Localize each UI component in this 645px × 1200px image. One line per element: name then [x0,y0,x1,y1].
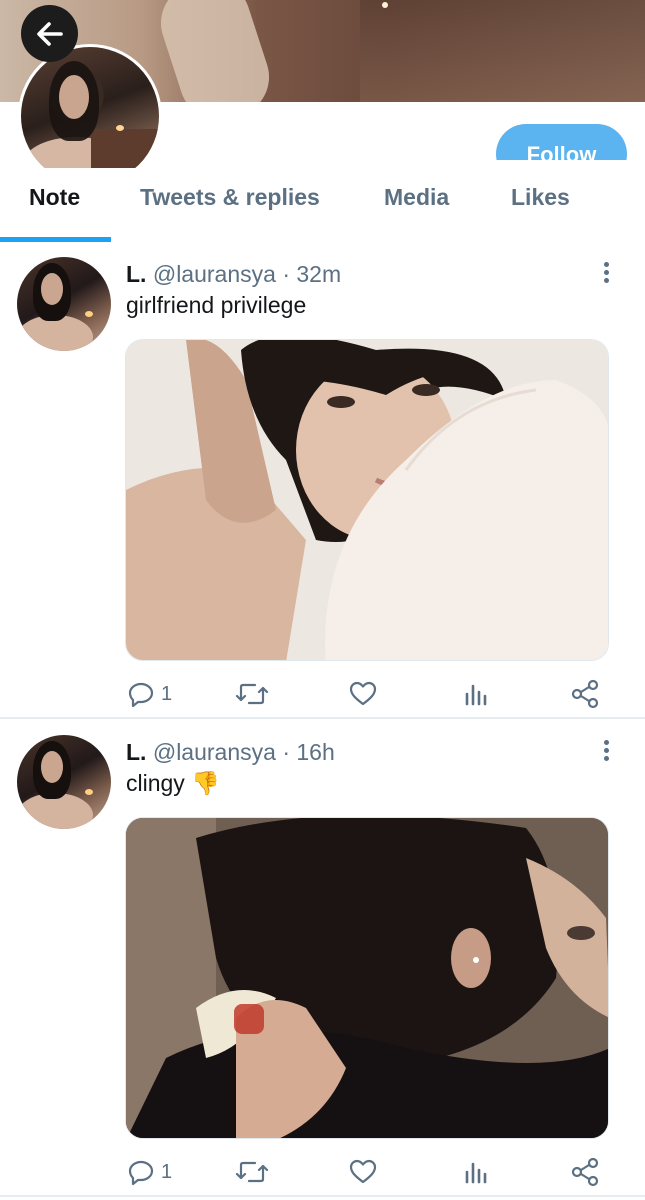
tweet-text-content: clingy [126,770,185,796]
analytics-icon [465,1162,487,1184]
like-button[interactable] [349,676,377,712]
tweet-photo-illustration [126,818,608,1138]
reply-button[interactable]: 1 [127,676,172,712]
tweet-actions: 1 [125,1154,615,1190]
tweet-media-photo[interactable] [125,817,609,1139]
reply-count: 1 [161,682,173,705]
profile-avatar[interactable] [18,44,162,188]
avatar[interactable] [17,735,111,829]
tweet-timestamp[interactable]: · 32m [282,261,341,287]
share-icon [571,1157,599,1187]
like-button[interactable] [349,1154,377,1190]
thumbs-down-emoji: 👎 [191,770,220,796]
tab-media[interactable]: Media [384,184,449,211]
tweet-author-name[interactable]: L. [126,261,146,287]
tweet-text: clingy 👎 [126,770,220,797]
share-button[interactable] [571,1154,601,1190]
tweet-media-photo[interactable] [125,339,609,661]
retweet-button[interactable] [235,676,269,712]
reply-icon [128,1160,154,1186]
analytics-button[interactable] [463,676,489,712]
more-vertical-icon[interactable] [596,737,616,767]
banner-photo-light [382,2,388,8]
tab-likes[interactable]: Likes [511,184,570,211]
tweet-header: L. @lauransya · 16h [126,739,335,766]
heart-icon [349,681,377,706]
reply-button[interactable]: 1 [127,1154,172,1190]
tweet-actions: 1 [125,676,615,712]
tab-note[interactable]: Note [29,184,80,211]
retweet-icon [235,1161,269,1183]
tab-tweets-replies[interactable]: Tweets & replies [140,184,320,211]
tweet-divider [0,1195,645,1197]
arrow-left-icon [36,21,63,46]
active-tab-indicator [0,237,111,242]
reply-count: 1 [161,1160,173,1183]
more-vertical-icon[interactable] [596,259,616,289]
analytics-icon [465,684,487,706]
retweet-icon [235,683,269,705]
avatar[interactable] [17,257,111,351]
analytics-button[interactable] [463,1154,489,1190]
tweet-timestamp[interactable]: · 16h [282,739,334,765]
tweet-divider [0,717,645,719]
share-icon [571,679,599,709]
banner-photo-detail [150,0,280,102]
tweet-photo-illustration [126,340,608,660]
tweet-author-name[interactable]: L. [126,739,146,765]
share-button[interactable] [571,676,601,712]
back-button[interactable] [21,5,78,62]
retweet-button[interactable] [235,1154,269,1190]
banner-photo-detail [360,0,645,102]
tweet-text-content: girlfriend privilege [126,292,307,318]
tweet-author-handle[interactable]: @lauransya [153,739,276,765]
heart-icon [349,1159,377,1184]
tweet-header: L. @lauransya · 32m [126,261,341,288]
profile-tabs: Note Tweets & replies Media Likes [0,168,645,242]
tweet-text: girlfriend privilege [126,292,306,319]
tweet-author-handle[interactable]: @lauransya [153,261,276,287]
reply-icon [128,682,154,708]
